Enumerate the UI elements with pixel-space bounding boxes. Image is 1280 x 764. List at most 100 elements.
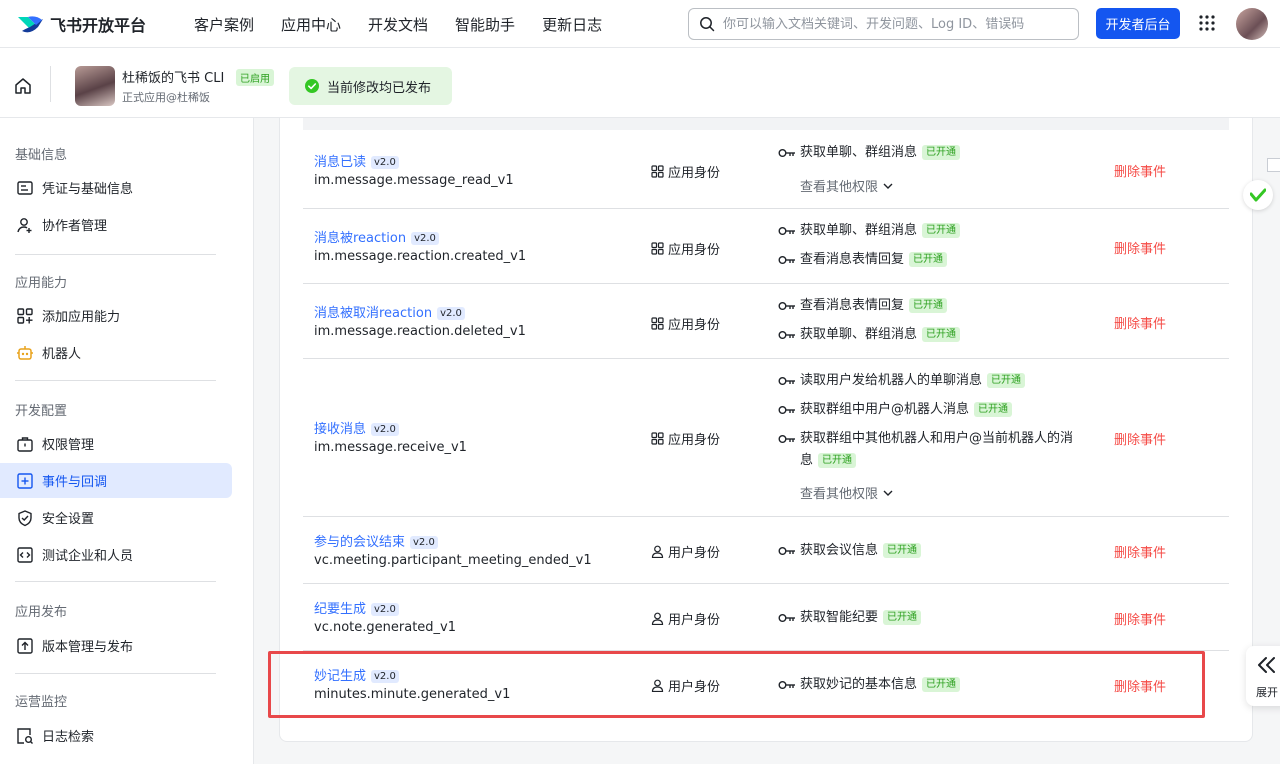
key-icon: [778, 302, 795, 310]
delete-event-button[interactable]: 删除事件: [1114, 313, 1166, 332]
version-badge: v2.0: [437, 307, 465, 320]
app-status-badge: 已启用: [236, 69, 274, 86]
publish-status-text: 当前修改均已发布: [327, 80, 432, 96]
key-icon: [778, 377, 795, 385]
sidebar-item-credentials[interactable]: 凭证与基础信息: [0, 170, 232, 205]
sidebar-item-label: 权限管理: [42, 438, 95, 453]
sidebar-item-versions[interactable]: 版本管理与发布: [0, 628, 232, 663]
sidebar-item-add-capability[interactable]: 添加应用能力: [0, 298, 232, 333]
sidebar-item-label: 机器人: [42, 347, 82, 362]
upload-box-icon: [17, 637, 33, 654]
user-add-icon: [17, 217, 32, 233]
app-subtitle: 正式应用@杜稀饭: [122, 91, 210, 104]
nav-link-app-center[interactable]: 应用中心: [281, 14, 341, 35]
permission-name: 获取单聊、群组消息: [800, 145, 918, 160]
app-grid-icon: [651, 432, 664, 445]
identity-label: 用户身份: [668, 546, 721, 561]
event-key: minutes.minute.generated_v1: [314, 687, 511, 702]
event-name-link[interactable]: 参与的会议结束 v2.0: [314, 531, 438, 550]
key-icon: [778, 149, 795, 157]
permission-name: 读取用户发给机器人的单聊消息: [800, 373, 983, 388]
sidebar-item-test-tenants[interactable]: 测试企业和人员: [0, 537, 232, 572]
nav-link-cases[interactable]: 客户案例: [194, 14, 254, 35]
event-name-link[interactable]: 消息已读 v2.0: [314, 151, 399, 170]
key-icon: [778, 256, 795, 264]
key-icon: [778, 547, 795, 555]
permission-item: 获取单聊、群组消息 已开通: [778, 220, 1098, 242]
event-row: 参与的会议结束 v2.0 vc.meeting.participant_meeti…: [303, 517, 1229, 584]
search-box[interactable]: [688, 8, 1079, 40]
version-badge: v2.0: [411, 232, 439, 245]
user-icon: [651, 612, 664, 625]
sidebar-item-collaborators[interactable]: 协作者管理: [0, 207, 232, 242]
sidebar-item-security[interactable]: 安全设置: [0, 500, 232, 535]
identity-label: 应用身份: [668, 433, 721, 448]
permission-item: 获取会议信息 已开通: [778, 540, 1098, 562]
permission-item: 查看消息表情回复 已开通: [778, 249, 1098, 271]
developer-console-button[interactable]: 开发者后台: [1096, 8, 1180, 39]
identity-app: 应用身份: [651, 429, 720, 448]
permission-name: 获取妙记的基本信息: [800, 677, 918, 692]
sidebar-item-bot[interactable]: 机器人: [0, 335, 232, 370]
permission-name: 查看消息表情回复: [800, 252, 905, 267]
app-grid-icon: [651, 242, 664, 255]
event-key: im.message.message_read_v1: [314, 173, 514, 188]
robot-icon: [17, 345, 33, 360]
brand-name: 飞书开放平台: [50, 16, 147, 35]
app-avatar: [75, 66, 115, 106]
app-grid-icon: [651, 165, 664, 178]
identity-label: 应用身份: [668, 243, 721, 258]
nav-link-changelog[interactable]: 更新日志: [542, 14, 602, 35]
enabled-badge: 已开通: [909, 252, 948, 267]
version-badge: v2.0: [371, 603, 399, 616]
event-name-link[interactable]: 接收消息 v2.0: [314, 418, 399, 437]
home-icon[interactable]: [13, 76, 33, 96]
sidebar-item-log-search[interactable]: 日志检索: [0, 718, 232, 753]
event-key: vc.note.generated_v1: [314, 620, 457, 635]
event-name-link[interactable]: 妙记生成 v2.0: [314, 665, 399, 684]
nav-link-assistant[interactable]: 智能助手: [455, 14, 515, 35]
nav-link-docs[interactable]: 开发文档: [368, 14, 428, 35]
delete-event-button[interactable]: 删除事件: [1114, 676, 1166, 695]
delete-event-button[interactable]: 删除事件: [1114, 542, 1166, 561]
event-name-link[interactable]: 消息被取消reaction v2.0: [314, 302, 465, 321]
permission-name: 获取智能纪要: [800, 610, 879, 625]
view-more-label: 查看其他权限: [800, 180, 879, 195]
sidebar-item-permissions[interactable]: 权限管理: [0, 426, 232, 461]
sidebar-section-release: 应用发布: [15, 605, 68, 620]
sidebar-section-capabilities: 应用能力: [15, 276, 68, 291]
enabled-badge: 已开通: [922, 145, 961, 160]
feishu-logo-icon: [18, 16, 43, 33]
version-badge: v2.0: [371, 156, 399, 169]
sidebar-item-events-callbacks[interactable]: 事件与回调: [0, 463, 232, 498]
assistant-float-button[interactable]: [1243, 180, 1273, 210]
delete-event-button[interactable]: 删除事件: [1114, 238, 1166, 257]
event-row: 接收消息 v2.0 im.message.receive_v1 应用身份 读取用户…: [303, 359, 1229, 517]
delete-event-button[interactable]: 删除事件: [1114, 429, 1166, 448]
sidebar: 基础信息 凭证与基础信息 协作者管理 应用能力 添加应用能力 机器人 开发配置 …: [0, 118, 254, 764]
key-icon: [778, 614, 795, 622]
event-row: 纪要生成 v2.0 vc.note.generated_v1 用户身份 获取智能纪…: [303, 584, 1229, 651]
event-name-link[interactable]: 消息被reaction v2.0: [314, 227, 439, 246]
apps-grid-icon[interactable]: [1198, 14, 1216, 32]
event-name: 消息被reaction: [314, 231, 407, 246]
log-search-icon: [17, 727, 33, 744]
user-avatar[interactable]: [1236, 8, 1268, 40]
event-row: 消息被取消reaction v2.0 im.message.reaction.de…: [303, 284, 1229, 359]
permission-item: 获取妙记的基本信息 已开通: [778, 674, 1098, 696]
permission-item: 获取单聊、群组消息 已开通: [778, 324, 1098, 346]
identity-label: 应用身份: [668, 166, 721, 181]
event-key: vc.meeting.participant_meeting_ended_v1: [314, 553, 592, 568]
view-more-permissions-link[interactable]: 查看其他权限: [800, 176, 893, 195]
permission-name: 获取会议信息: [800, 543, 879, 558]
delete-event-button[interactable]: 删除事件: [1114, 609, 1166, 628]
view-more-permissions-link[interactable]: 查看其他权限: [800, 483, 893, 502]
brand[interactable]: 飞书开放平台: [16, 12, 146, 36]
expand-panel-button[interactable]: 展开: [1246, 646, 1280, 706]
version-badge: v2.0: [371, 670, 399, 683]
sidebar-item-label: 协作者管理: [42, 219, 108, 234]
delete-event-button[interactable]: 删除事件: [1114, 161, 1166, 180]
identity-user: 用户身份: [651, 609, 720, 628]
event-name-link[interactable]: 纪要生成 v2.0: [314, 598, 399, 617]
search-input[interactable]: [723, 16, 1063, 32]
